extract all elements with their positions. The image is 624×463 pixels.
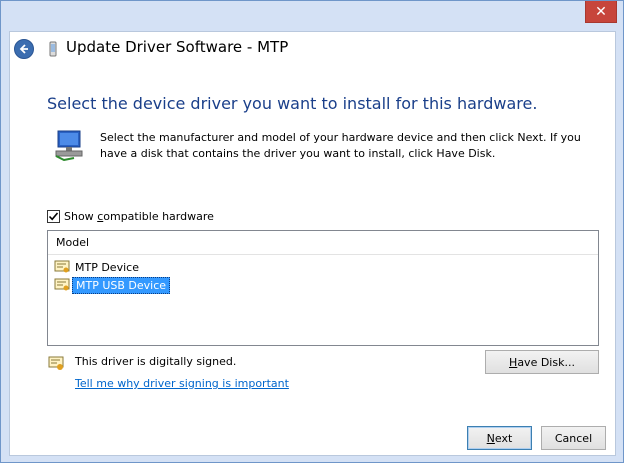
next-button[interactable]: Next	[467, 426, 532, 450]
page-heading: Select the device driver you want to ins…	[47, 94, 538, 113]
show-compatible-label: Show compatible hardware	[64, 210, 214, 223]
dialog-window: ✕ Update Driver Software - MTP Select th…	[0, 0, 624, 463]
show-compatible-checkbox-row[interactable]: Show compatible hardware	[47, 210, 214, 223]
close-icon: ✕	[595, 3, 607, 20]
model-column-header[interactable]: Model	[48, 231, 598, 255]
description-text: Select the manufacturer and model of you…	[100, 131, 581, 160]
driver-signing-link[interactable]: Tell me why driver signing is important	[75, 377, 289, 390]
have-disk-button[interactable]: Have Disk...	[485, 350, 599, 374]
back-button[interactable]	[14, 39, 34, 59]
window-title: Update Driver Software - MTP	[66, 38, 289, 56]
close-button[interactable]: ✕	[585, 1, 617, 23]
show-compatible-checkbox[interactable]	[47, 210, 60, 223]
driver-cert-icon	[54, 278, 70, 291]
list-item[interactable]: MTP Device	[54, 258, 142, 276]
device-icon	[49, 41, 57, 57]
cancel-button[interactable]: Cancel	[541, 426, 606, 450]
checkmark-icon	[48, 212, 59, 221]
title-bar: Update Driver Software - MTP	[10, 32, 615, 72]
back-arrow-icon	[19, 44, 28, 54]
hardware-icon	[55, 130, 83, 161]
dialog-content: Update Driver Software - MTP Select the …	[9, 31, 616, 456]
list-item-label: MTP USB Device	[72, 276, 171, 294]
signing-status: This driver is digitally signed.	[75, 355, 237, 368]
signed-certificate-icon	[48, 356, 64, 370]
list-item-selected[interactable]: MTP USB Device	[54, 276, 171, 294]
list-item-label: MTP Device	[75, 260, 139, 274]
driver-cert-icon	[54, 260, 70, 273]
model-list[interactable]: Model MTP Device MTP USB Device	[47, 230, 599, 346]
